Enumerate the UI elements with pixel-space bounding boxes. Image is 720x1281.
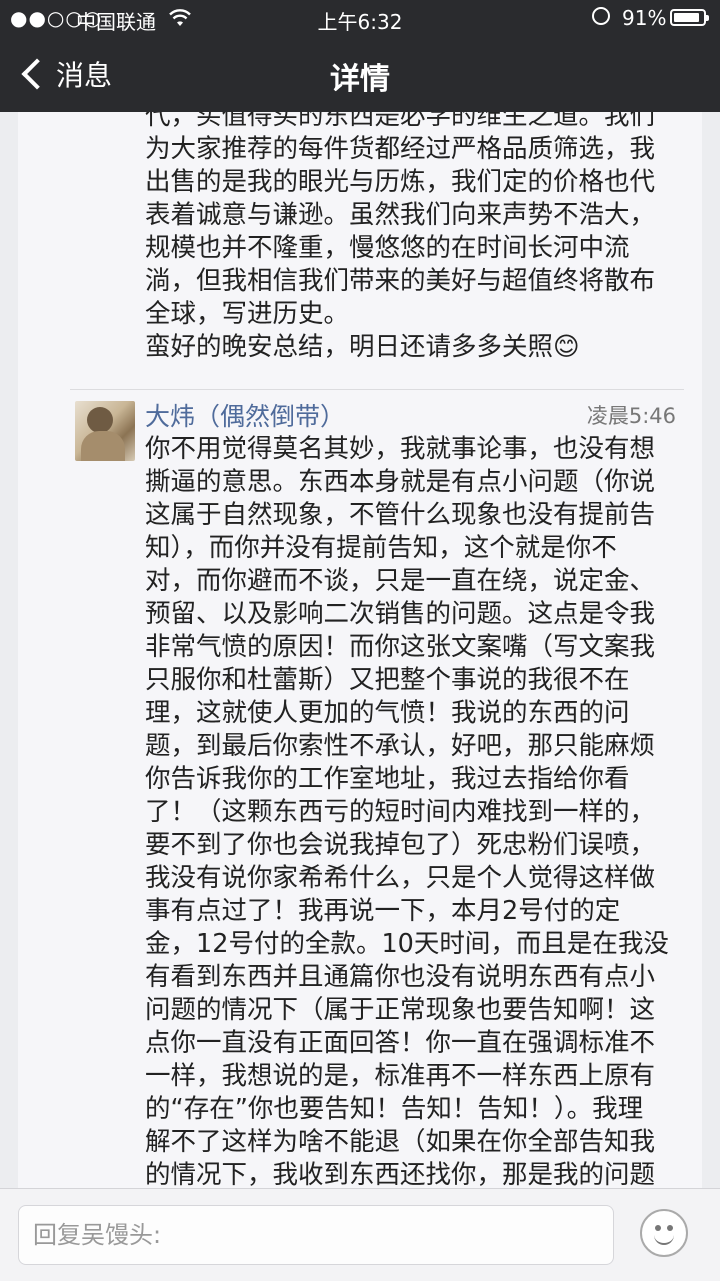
emoji-eye-icon bbox=[667, 1225, 673, 1231]
emoji-eye-icon bbox=[655, 1225, 661, 1231]
status-bar: ●●○○○ 中国联通 上午6:32 91% bbox=[0, 0, 720, 38]
battery-level-fill bbox=[674, 13, 700, 22]
emoji-button[interactable] bbox=[640, 1209, 688, 1257]
battery-percentage: 91% bbox=[622, 6, 667, 30]
reply-input[interactable]: 回复吴馒头: bbox=[18, 1205, 614, 1265]
status-time: 上午6:32 bbox=[317, 10, 403, 34]
comment-timestamp: 凌晨5:46 bbox=[586, 404, 676, 428]
comment-thread[interactable]: 代，买值得买的东西是必学的维生之道。我们 为大家推荐的每件货都经过严格品质筛选，… bbox=[18, 112, 702, 1188]
avatar[interactable] bbox=[75, 401, 135, 461]
reply-bar: 回复吴馒头: bbox=[0, 1188, 720, 1281]
rotation-lock-icon bbox=[592, 7, 610, 25]
page-title: 详情 bbox=[330, 62, 390, 97]
battery-icon bbox=[670, 9, 709, 26]
comment-text: 你不用觉得莫名其妙，我就事论事，也没有想 撕逼的意思。东西本身就是有点小问题（你… bbox=[145, 434, 669, 1188]
emoji-smile-icon bbox=[654, 1233, 674, 1245]
divider bbox=[70, 389, 684, 390]
navigation-bar: 消息 详情 bbox=[0, 38, 720, 112]
comment-author-name[interactable]: 大炜（偶然倒带） bbox=[145, 397, 345, 433]
previous-message-text: 代，买值得买的东西是必学的维生之道。我们 为大家推荐的每件货都经过严格品质筛选，… bbox=[145, 112, 656, 362]
